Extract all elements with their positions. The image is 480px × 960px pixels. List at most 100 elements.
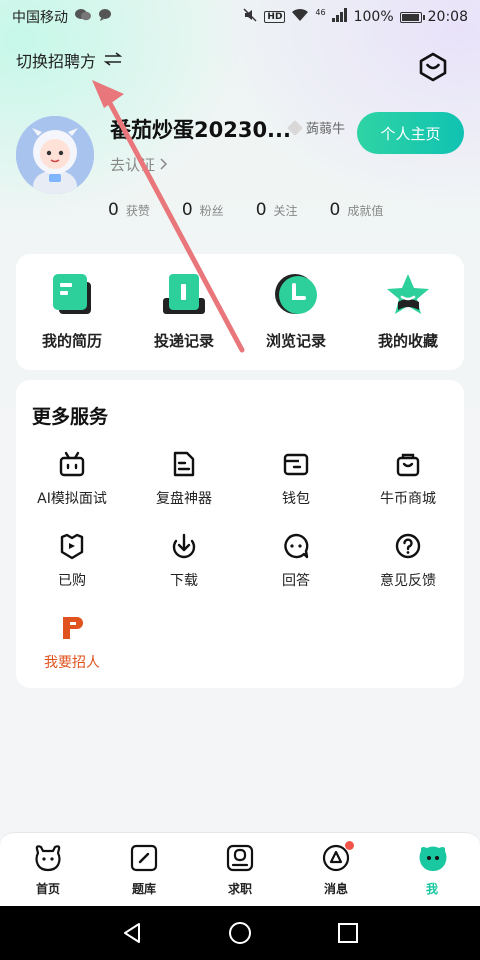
profile-stats: 0 获赞 0 粉丝 0 关注 0 成就值 (108, 200, 415, 220)
service-label: 已购 (58, 573, 86, 589)
bottom-tab-bar: 首页 题库 求职 消息 我 (0, 832, 480, 906)
quick-action-label: 我的收藏 (377, 332, 438, 350)
quick-action-label: 我的简历 (41, 332, 102, 350)
message-bubble-icon (98, 8, 112, 26)
wallet-icon (282, 450, 310, 478)
service-label: 意见反馈 (380, 573, 436, 589)
service-label: AI模拟面试 (37, 491, 107, 507)
message-icon (321, 841, 354, 873)
clock: 20:08 (427, 9, 468, 25)
service-label: 回答 (282, 573, 310, 589)
recruit-p-icon (58, 614, 86, 642)
quick-actions-card: 我的简历 投递记录 浏览记录 我的收藏 (16, 254, 464, 370)
stat-fans[interactable]: 0 粉丝 (182, 200, 224, 220)
hexagon-settings-icon[interactable] (418, 52, 448, 82)
service-review-tool[interactable]: 复盘神器 (128, 450, 240, 508)
question-bank-icon (129, 843, 159, 873)
stat-value: 0 (329, 200, 341, 220)
tab-job-search[interactable]: 求职 (192, 843, 288, 897)
swap-arrows-icon (103, 51, 123, 70)
verify-label: 去认证 (110, 156, 156, 174)
quick-action-label: 投递记录 (153, 332, 214, 350)
resume-icon (49, 272, 95, 318)
tab-messages[interactable]: 消息 (288, 841, 384, 897)
service-label: 我要招人 (44, 655, 100, 671)
stat-value: 0 (255, 200, 267, 220)
home-circle-icon[interactable] (228, 921, 252, 945)
shop-bag-icon (394, 450, 422, 478)
unread-badge (345, 841, 354, 850)
verify-link[interactable]: 去认证 (110, 154, 168, 175)
service-label: 牛币商城 (380, 491, 436, 507)
homepage-button[interactable]: 个人主页 (357, 112, 464, 154)
service-download[interactable]: 下载 (128, 532, 240, 590)
stat-label: 获赞 (125, 204, 150, 218)
download-icon (170, 532, 198, 560)
recents-square-icon[interactable] (336, 921, 360, 945)
quick-action-browse[interactable]: 浏览记录 (240, 272, 352, 351)
stat-label: 粉丝 (199, 204, 224, 218)
username: 番茄炒蛋20230... (110, 118, 291, 142)
stat-achievement[interactable]: 0 成就值 (330, 200, 384, 220)
feedback-question-icon (394, 532, 422, 560)
answer-chat-icon (282, 532, 310, 560)
service-wallet[interactable]: 钱包 (240, 450, 352, 508)
vip-badge[interactable]: 蒟蒻牛 (287, 118, 346, 137)
signal-icon (331, 8, 348, 26)
tab-question-bank[interactable]: 题库 (96, 843, 192, 897)
tab-label: 求职 (227, 882, 252, 896)
service-label: 复盘神器 (156, 491, 212, 507)
stat-label: 成就值 (347, 204, 384, 218)
service-recruit[interactable]: 我要招人 (16, 614, 128, 672)
wifi-icon (291, 8, 309, 26)
switch-role-label: 切换招聘方 (16, 52, 97, 71)
tab-label: 消息 (323, 882, 348, 896)
chevron-right-icon (160, 156, 168, 174)
service-answer[interactable]: 回答 (240, 532, 352, 590)
tab-home[interactable]: 首页 (0, 843, 96, 897)
hd-icon: HD (264, 11, 286, 23)
network-type: 46 (315, 7, 326, 17)
back-icon[interactable] (120, 921, 144, 945)
quick-action-delivery[interactable]: 投递记录 (128, 272, 240, 351)
quick-action-resume[interactable]: 我的简历 (16, 272, 128, 351)
service-purchased[interactable]: 已购 (16, 532, 128, 590)
robot-icon (58, 450, 86, 478)
browse-history-icon (273, 272, 319, 318)
stat-label: 关注 (273, 204, 298, 218)
tab-label: 首页 (35, 882, 60, 896)
service-feedback[interactable]: 意见反馈 (352, 532, 464, 590)
stat-value: 0 (108, 200, 119, 220)
tab-me[interactable]: 我 (384, 843, 480, 897)
diamond-icon (287, 119, 303, 136)
service-label: 钱包 (282, 491, 310, 507)
tab-label: 我 (425, 882, 438, 896)
service-label: 下载 (170, 573, 198, 589)
services-title: 更多服务 (32, 406, 109, 428)
purchased-shield-icon (58, 532, 86, 560)
carrier-name: 中国移动 (12, 10, 68, 26)
home-cow-icon (33, 843, 63, 873)
stat-value: 0 (181, 200, 193, 220)
quick-action-label: 浏览记录 (265, 332, 326, 350)
delivery-record-icon (161, 272, 207, 318)
battery-icon (399, 11, 425, 23)
favorites-star-icon (385, 272, 431, 318)
quick-action-favorites[interactable]: 我的收藏 (352, 272, 464, 351)
battery-percent: 100% (353, 9, 394, 25)
avatar[interactable] (16, 116, 94, 194)
system-nav-bar (0, 906, 480, 960)
stat-following[interactable]: 0 关注 (256, 200, 298, 220)
service-ai-interview[interactable]: AI模拟面试 (16, 450, 128, 508)
service-coin-shop[interactable]: 牛币商城 (352, 450, 464, 508)
document-icon (170, 450, 198, 478)
more-services-card: 更多服务 AI模拟面试 复盘神器 钱包 牛币商城 已购 下载 回答 意见反馈 我… (16, 380, 464, 688)
mute-icon (242, 7, 258, 27)
wechat-icon (74, 8, 92, 26)
stat-likes[interactable]: 0 获赞 (108, 200, 150, 220)
tab-label: 题库 (131, 882, 156, 896)
switch-role-button[interactable]: 切换招聘方 (16, 48, 123, 72)
vip-label: 蒟蒻牛 (306, 122, 346, 137)
job-search-icon (225, 843, 255, 873)
me-face-icon (417, 843, 447, 873)
